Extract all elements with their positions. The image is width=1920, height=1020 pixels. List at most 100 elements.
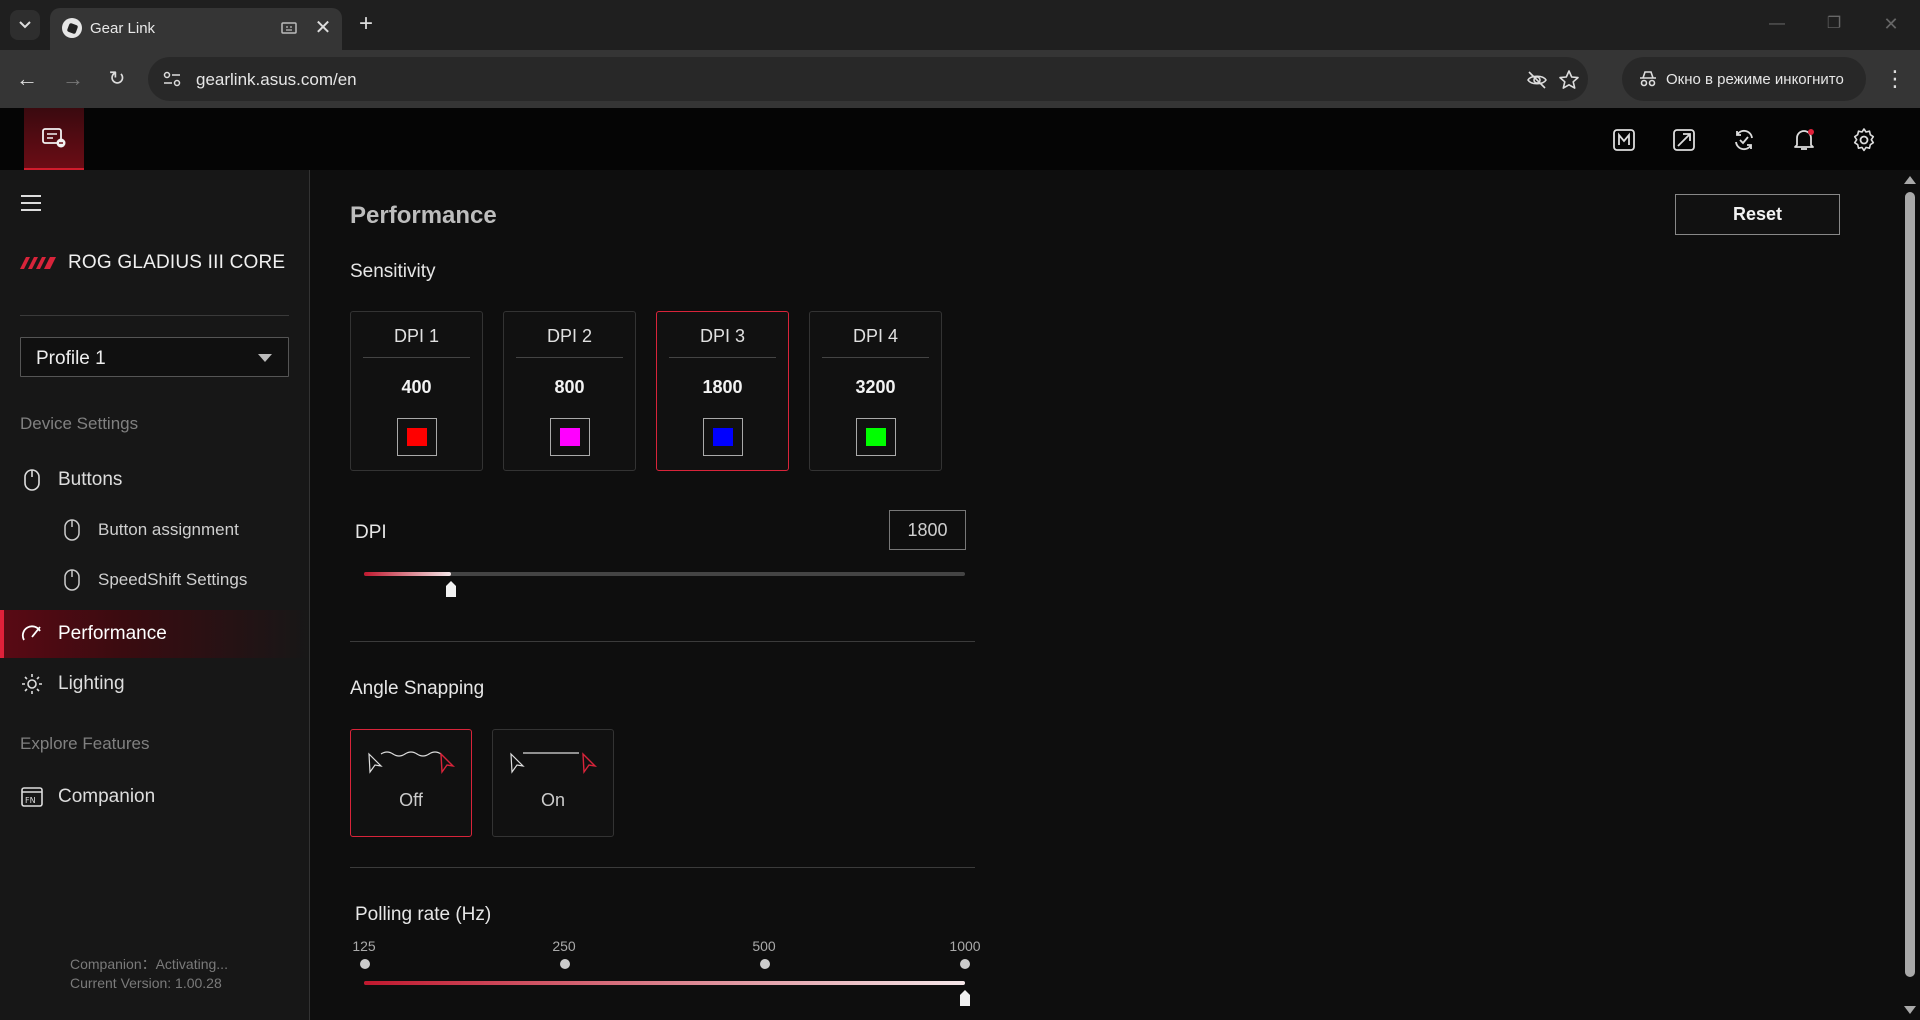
polling-rate-slider[interactable] [364, 981, 965, 985]
dpi-card-value: 400 [401, 377, 432, 397]
dpi-color-swatch[interactable] [856, 418, 896, 456]
device-icon [42, 128, 66, 148]
update-sync-icon[interactable] [1731, 127, 1757, 153]
polling-tick-label: 125 [352, 938, 376, 954]
page-title: Performance [350, 202, 497, 229]
polling-rate-slider-thumb[interactable] [959, 990, 971, 1006]
bookmark-star-icon[interactable] [1558, 69, 1580, 91]
dpi-color-swatch[interactable] [703, 418, 743, 456]
minimize-icon[interactable]: — [1765, 12, 1789, 36]
dpi-card-2[interactable]: DPI 2 800 [503, 311, 636, 471]
angle-snapping-off-option[interactable]: Off [350, 729, 472, 837]
sidebar: ROG GLADIUS III CORE Profile 1 Device Se… [0, 170, 310, 1020]
svg-text:FN: FN [25, 796, 36, 805]
wavy-path-cursor-icon [368, 751, 456, 775]
dpi-color-swatch[interactable] [397, 418, 437, 456]
polling-tick-label: 1000 [949, 938, 981, 954]
dpi-card-name: DPI 3 [699, 326, 746, 346]
dpi-card-divider [516, 357, 623, 358]
chevron-down-icon [19, 21, 31, 29]
dpi-card-3[interactable]: DPI 3 1800 [656, 311, 789, 471]
dpi-slider-label: DPI [355, 522, 387, 543]
device-title: ROG GLADIUS III CORE [20, 252, 285, 274]
sidebar-item-performance[interactable]: Performance [0, 610, 309, 658]
dpi-card-4[interactable]: DPI 4 3200 [809, 311, 942, 471]
polling-tick-dot[interactable] [560, 959, 570, 969]
sidebar-item-speedshift-settings[interactable]: SpeedShift Settings [0, 556, 309, 604]
fn-companion-icon: FN [20, 785, 44, 809]
gear-link-favicon-icon [62, 18, 82, 38]
dpi-card-value: 1800 [702, 377, 743, 397]
dropdown-caret-icon [258, 354, 272, 362]
url-text[interactable]: gearlink.asus.com/en [196, 70, 357, 90]
hamburger-menu-icon[interactable] [20, 194, 42, 212]
restore-icon[interactable]: ❐ [1822, 12, 1846, 36]
polling-tick-dot[interactable] [960, 959, 970, 969]
sidebar-item-label: Button assignment [98, 520, 239, 539]
eye-off-icon[interactable] [1526, 69, 1548, 91]
group-explore-features: Explore Features [20, 734, 150, 753]
incognito-indicator[interactable]: Окно в режиме инкогнито [1622, 57, 1866, 101]
tab-media-icon[interactable] [280, 19, 298, 37]
polling-rate-heading: Polling rate (Hz) [355, 904, 492, 925]
scroll-down-arrow-icon[interactable] [1904, 1006, 1916, 1014]
tab-search-button[interactable] [10, 10, 40, 40]
polling-tick-dot[interactable] [760, 959, 770, 969]
group-device-settings: Device Settings [20, 414, 139, 433]
close-window-icon[interactable]: ✕ [1879, 12, 1903, 36]
back-icon[interactable]: ← [12, 64, 42, 94]
angle-snapping-option-label: On [540, 790, 565, 810]
tab-title: Gear Link [90, 20, 156, 37]
dpi-slider-fill [364, 572, 452, 576]
macro-icon[interactable] [1611, 127, 1637, 153]
dpi-card-name: DPI 4 [852, 326, 899, 346]
browser-tab[interactable]: Gear Link ✕ [50, 8, 342, 50]
mouse-icon [20, 468, 44, 492]
dpi-slider[interactable] [364, 572, 965, 576]
aura-sync-icon[interactable] [1671, 127, 1697, 153]
section-divider [350, 641, 975, 642]
sidebar-item-buttons[interactable]: Buttons [0, 456, 309, 504]
angle-snapping-heading: Angle Snapping [350, 678, 485, 699]
dpi-card-name: DPI 2 [546, 326, 593, 346]
dpi-card-1[interactable]: DPI 1 400 [350, 311, 483, 471]
notification-bell-icon[interactable] [1791, 127, 1817, 153]
settings-gear-icon[interactable] [1851, 127, 1877, 153]
browser-menu-icon[interactable]: ⋮ [1880, 64, 1910, 94]
sidebar-item-lighting[interactable]: Lighting [0, 660, 309, 708]
profile-select[interactable]: Profile 1 [20, 337, 289, 377]
angle-snapping-option-label: Off [399, 790, 423, 810]
scrollbar-thumb[interactable] [1905, 192, 1915, 977]
tab-close-icon[interactable]: ✕ [312, 17, 334, 39]
polling-tick-dot[interactable] [360, 959, 370, 969]
lighting-sun-icon [20, 672, 44, 696]
sidebar-item-companion[interactable]: FN Companion [0, 773, 309, 821]
reset-button[interactable]: Reset [1675, 194, 1840, 235]
dpi-card-divider [669, 357, 776, 358]
scroll-up-arrow-icon[interactable] [1904, 176, 1916, 184]
dpi-value-input[interactable]: 1800 [889, 510, 966, 550]
sidebar-item-button-assignment[interactable]: Button assignment [0, 506, 309, 554]
dpi-card-value: 3200 [855, 377, 896, 397]
companion-status: Companion：Activating... [70, 956, 228, 972]
incognito-label: Окно в режиме инкогнито [1666, 71, 1844, 88]
site-info-icon[interactable] [162, 70, 182, 88]
sidebar-item-label: Lighting [58, 673, 125, 694]
section-divider [350, 867, 975, 868]
rog-logo-icon [20, 257, 56, 269]
angle-snapping-on-option[interactable]: On [492, 729, 614, 837]
reload-icon[interactable]: ↻ [102, 64, 132, 94]
dpi-card-divider [822, 357, 929, 358]
incognito-icon [1640, 71, 1656, 87]
dpi-slider-thumb[interactable] [445, 581, 457, 597]
main-scrollbar[interactable] [1900, 170, 1920, 1020]
device-home-button[interactable] [24, 108, 84, 170]
profile-value: Profile 1 [36, 348, 106, 369]
forward-icon[interactable]: → [58, 64, 88, 94]
dpi-card-name: DPI 1 [393, 326, 440, 346]
address-bar[interactable]: gearlink.asus.com/en [148, 57, 1588, 101]
new-tab-button[interactable]: + [352, 10, 380, 38]
dpi-color-swatch[interactable] [550, 418, 590, 456]
sensitivity-heading: Sensitivity [350, 261, 436, 282]
polling-tick-label: 500 [752, 938, 776, 954]
